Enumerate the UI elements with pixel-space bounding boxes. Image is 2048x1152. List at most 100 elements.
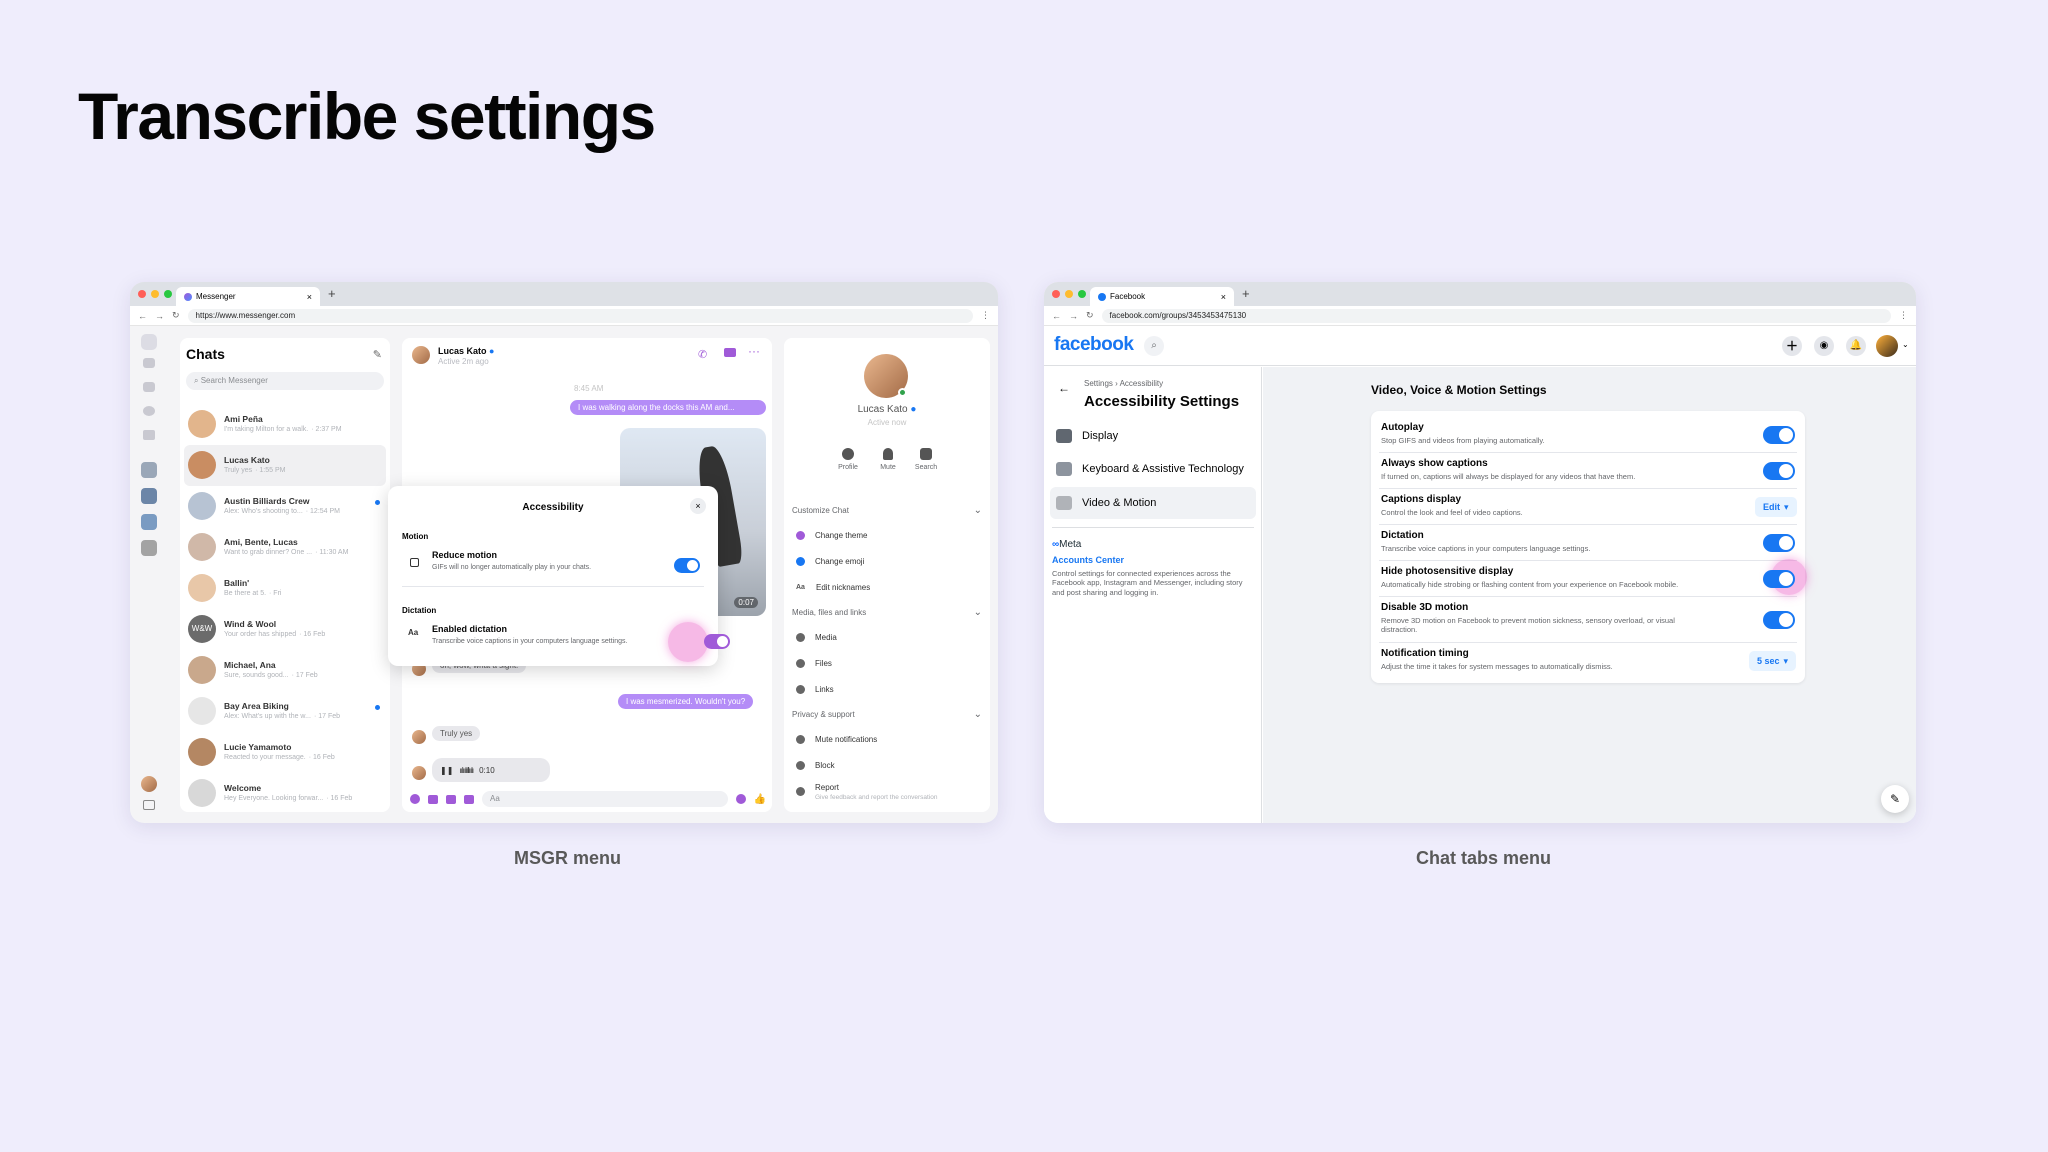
- sticker-icon[interactable]: [446, 794, 456, 804]
- people-icon[interactable]: [143, 358, 155, 368]
- back-icon[interactable]: ←: [1052, 311, 1061, 321]
- setting-toggle[interactable]: [1763, 426, 1795, 444]
- forward-icon[interactable]: →: [1069, 311, 1078, 321]
- search-input[interactable]: ⌕ Search Messenger: [186, 372, 384, 390]
- close-tab-icon[interactable]: ×: [307, 292, 312, 302]
- reload-icon[interactable]: ↻: [1086, 310, 1094, 321]
- back-arrow-icon[interactable]: ←: [1058, 381, 1070, 395]
- requests-icon[interactable]: [143, 406, 155, 416]
- close-tab-icon[interactable]: ×: [1221, 292, 1226, 302]
- new-tab-button[interactable]: +: [1242, 286, 1250, 301]
- profile-action-profile[interactable]: Profile: [834, 448, 862, 471]
- chat-list-item[interactable]: Michael, Ana Sure, sounds good... · 17 Feb: [184, 650, 386, 691]
- notification-timing-dropdown[interactable]: 5 sec ▾: [1749, 651, 1797, 671]
- marketplace-icon[interactable]: [143, 382, 155, 392]
- user-avatar[interactable]: [141, 776, 157, 792]
- forward-icon[interactable]: →: [155, 311, 164, 321]
- chat-list-item[interactable]: Welcome Hey Everyone. Looking forwar... · …: [184, 773, 386, 814]
- pause-icon[interactable]: ❚❚: [440, 766, 453, 775]
- facebook-logo[interactable]: facebook: [1054, 334, 1134, 356]
- info-item[interactable]: Change emoji: [792, 548, 982, 574]
- community-icon[interactable]: [141, 540, 157, 556]
- chat-name: Austin Billiards Crew: [224, 496, 310, 506]
- like-icon[interactable]: 👍: [754, 794, 766, 805]
- window-controls[interactable]: [1052, 290, 1086, 298]
- info-item[interactable]: Links: [792, 676, 982, 702]
- emoji-icon[interactable]: [735, 794, 746, 804]
- create-button[interactable]: ＋: [1782, 336, 1802, 356]
- community-icon[interactable]: [141, 488, 157, 504]
- nav-keyboard[interactable]: Keyboard & Assistive Technology: [1050, 454, 1256, 484]
- address-bar-row: ← → ↻ https://www.messenger.com ⋮: [130, 306, 998, 326]
- chat-list-item[interactable]: Ballin' Be there at 5. · Fri: [184, 568, 386, 609]
- chat-list-item[interactable]: Ami Peña I'm taking Milton for a walk. · 2…: [184, 404, 386, 445]
- motion-header: Motion: [402, 532, 429, 541]
- browser-tab-messenger[interactable]: Messenger ×: [176, 287, 320, 306]
- chats-rail-icon[interactable]: [141, 334, 157, 350]
- sidebar-toggle-icon[interactable]: [143, 800, 155, 810]
- compose-message-button[interactable]: ✎: [1881, 785, 1909, 813]
- chat-list-item[interactable]: Ami, Bente, Lucas Want to grab dinner? On…: [184, 527, 386, 568]
- community-icon[interactable]: [141, 462, 157, 478]
- setting-toggle[interactable]: [1763, 534, 1795, 552]
- captions-edit-dropdown[interactable]: Edit ▾: [1755, 497, 1797, 517]
- setting-toggle[interactable]: [1763, 570, 1795, 588]
- account-avatar[interactable]: [1876, 335, 1898, 357]
- setting-toggle[interactable]: [1763, 462, 1795, 480]
- chevron-down-icon[interactable]: ⌄: [1902, 340, 1909, 349]
- info-item[interactable]: Aa Edit nicknames: [792, 574, 982, 600]
- info-item[interactable]: Media: [792, 624, 982, 650]
- back-icon[interactable]: ←: [138, 311, 147, 321]
- nav-video-motion[interactable]: Video & Motion: [1050, 487, 1256, 519]
- reduce-motion-toggle[interactable]: [674, 558, 700, 573]
- accounts-center-link[interactable]: Accounts Center: [1052, 555, 1124, 565]
- call-icon[interactable]: ✆: [698, 348, 707, 361]
- more-icon[interactable]: ⋮: [1899, 310, 1908, 321]
- info-item[interactable]: Mute notifications: [792, 726, 982, 752]
- close-modal-button[interactable]: ×: [690, 498, 706, 514]
- reload-icon[interactable]: ↻: [172, 310, 180, 321]
- video-call-icon[interactable]: [724, 348, 736, 357]
- new-message-icon[interactable]: ✎: [373, 348, 382, 361]
- breadcrumb[interactable]: Settings › Accessibility: [1084, 379, 1163, 388]
- messenger-button[interactable]: ◉: [1814, 336, 1834, 356]
- profile-action-search[interactable]: Search: [912, 448, 940, 471]
- url-field[interactable]: facebook.com/groups/3453453475130: [1101, 308, 1891, 323]
- setting-row: Disable 3D motion Remove 3D motion on Fac…: [1379, 597, 1797, 643]
- more-icon[interactable]: ⋮: [981, 310, 990, 321]
- chat-list-item[interactable]: Lucas Kato Truly yes · 1:55 PM: [184, 445, 386, 486]
- chat-list-item[interactable]: Austin Billiards Crew Alex: Who's shootin…: [184, 486, 386, 527]
- info-item[interactable]: Change theme: [792, 522, 982, 548]
- sent-message[interactable]: I was walking along the docks this AM an…: [570, 400, 766, 415]
- archive-icon[interactable]: [143, 430, 155, 440]
- nav-display[interactable]: Display: [1050, 421, 1256, 451]
- dictation-toggle[interactable]: [704, 634, 731, 649]
- image-icon[interactable]: [428, 794, 438, 804]
- info-item[interactable]: Files: [792, 650, 982, 676]
- chat-list-item[interactable]: W&W Wind & Wool Your order has shipped · 16…: [184, 609, 386, 650]
- url-field[interactable]: https://www.messenger.com: [187, 308, 973, 323]
- message-input[interactable]: Aa: [482, 791, 728, 807]
- search-button[interactable]: ⌕: [1144, 336, 1164, 356]
- section-header[interactable]: Customize Chat ⌄: [792, 498, 982, 522]
- received-message[interactable]: Truly yes: [432, 726, 481, 741]
- notifications-button[interactable]: 🔔: [1846, 336, 1866, 356]
- gif-icon[interactable]: [464, 794, 474, 804]
- section-header[interactable]: Privacy & support ⌄: [792, 702, 982, 726]
- chat-list-item[interactable]: Lucie Yamamoto Reacted to your message. · …: [184, 732, 386, 773]
- browser-tab-facebook[interactable]: Facebook ×: [1090, 287, 1234, 306]
- sent-message[interactable]: I was mesmerized. Wouldn't you?: [618, 694, 754, 709]
- window-controls[interactable]: [138, 290, 172, 298]
- plus-icon[interactable]: [410, 794, 420, 804]
- more-options-icon[interactable]: ···: [748, 344, 760, 358]
- setting-toggle[interactable]: [1763, 611, 1795, 629]
- new-tab-button[interactable]: +: [328, 286, 336, 301]
- section-header[interactable]: Media, files and links ⌄: [792, 600, 982, 624]
- profile-action-mute[interactable]: Mute: [874, 448, 902, 471]
- reduce-motion-desc: GIFs will no longer automatically play i…: [432, 564, 592, 571]
- info-item[interactable]: Block: [792, 752, 982, 778]
- chat-list-item[interactable]: Bay Area Biking Alex: What's up with the …: [184, 691, 386, 732]
- community-icon[interactable]: [141, 514, 157, 530]
- info-item[interactable]: Report Give feedback and report the conve…: [792, 778, 982, 804]
- voice-message[interactable]: ❚❚ ıılıılıllıılı 0:10: [432, 758, 550, 782]
